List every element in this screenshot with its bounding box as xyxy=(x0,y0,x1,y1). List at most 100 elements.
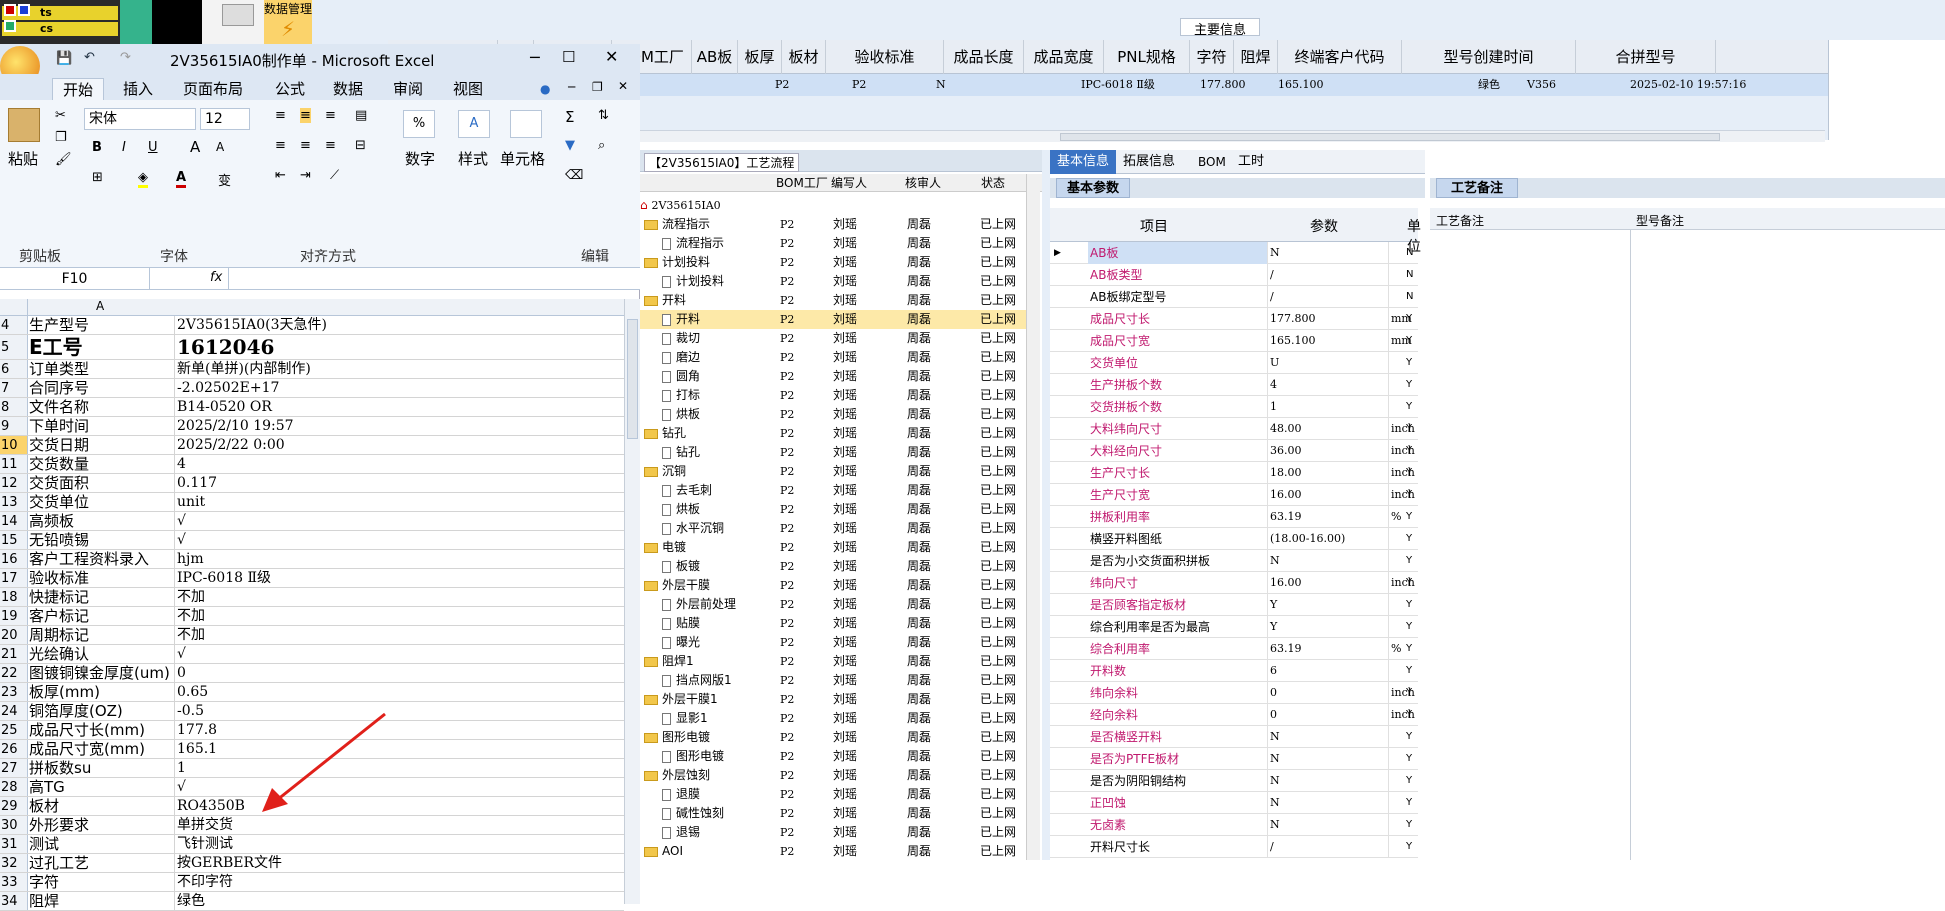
sheet-row[interactable]: 21 光绘确认 √ xyxy=(0,645,624,664)
tab-work-hours[interactable]: 工时 xyxy=(1238,150,1264,174)
tree-vscroll[interactable] xyxy=(1026,174,1040,860)
main-cell-ab[interactable]: N xyxy=(936,74,946,96)
cell-b[interactable]: 2025/2/10 19:57 xyxy=(175,417,624,435)
cell-a[interactable]: 交货日期 xyxy=(28,436,175,454)
row-number[interactable]: 31 xyxy=(0,835,28,853)
tab-bom[interactable]: BOM xyxy=(1198,150,1226,174)
undo-icon[interactable]: ↶ xyxy=(84,50,95,65)
cell-b[interactable]: 绿色 xyxy=(175,892,624,910)
tree-node[interactable]: 打标 P2 刘瑶 周磊 已上网 xyxy=(640,386,1040,405)
cell-a[interactable]: 订单类型 xyxy=(28,360,175,378)
tab-process-remarks[interactable]: 工艺备注 xyxy=(1436,178,1519,198)
main-col-header[interactable]: 型号创建时间 xyxy=(1402,40,1576,74)
param-row[interactable]: 生产尺寸宽 16.00 inch Y xyxy=(1050,484,1418,506)
row-number[interactable]: 27 xyxy=(0,759,28,777)
row-number[interactable]: 7 xyxy=(0,379,28,397)
param-row[interactable]: 成品尺寸宽 165.100 mm Y xyxy=(1050,330,1418,352)
cell-b[interactable]: 2V35615IA0(3天急件) xyxy=(175,316,624,334)
cell-a[interactable]: 板厚(mm) xyxy=(28,683,175,701)
help-icon[interactable]: ● xyxy=(540,82,550,96)
main-col-header[interactable]: 成品宽度 xyxy=(1024,40,1104,74)
tree-node[interactable]: 碱性蚀刻 P2 刘瑶 周磊 已上网 xyxy=(640,804,1040,823)
row-number[interactable]: 21 xyxy=(0,645,28,663)
row-number[interactable]: 4 xyxy=(0,316,28,334)
minimize-icon[interactable]: ─ xyxy=(530,48,540,67)
italic-icon[interactable]: I xyxy=(122,140,126,155)
sheet-row[interactable]: 32 过孔工艺 按GERBER文件 xyxy=(0,854,624,873)
cell-a[interactable]: 高TG xyxy=(28,778,175,796)
sheet-row[interactable]: 11 交货数量 4 xyxy=(0,455,624,474)
param-value[interactable]: / xyxy=(1268,264,1389,286)
cell-a[interactable]: 高频板 xyxy=(28,512,175,530)
sum-icon[interactable]: Σ xyxy=(565,108,574,126)
main-cell-customer[interactable]: V356 xyxy=(1527,74,1556,96)
tab-review[interactable]: 审阅 xyxy=(393,78,423,100)
align-top-icon[interactable]: ≡ xyxy=(275,108,286,123)
row-number[interactable]: 6 xyxy=(0,360,28,378)
tree-node[interactable]: 板镀 P2 刘瑶 周磊 已上网 xyxy=(640,557,1040,576)
param-row[interactable]: 交货拼板个数 1 Y xyxy=(1050,396,1418,418)
row-number[interactable]: 22 xyxy=(0,664,28,682)
row-number[interactable]: 12 xyxy=(0,474,28,492)
cell-a[interactable]: 成品尺寸长(mm) xyxy=(28,721,175,739)
param-row[interactable]: 大料经向尺寸 36.00 inch Y xyxy=(1050,440,1418,462)
tree-node[interactable]: 退膜 P2 刘瑶 周磊 已上网 xyxy=(640,785,1040,804)
param-value[interactable]: Y xyxy=(1268,594,1389,616)
param-value[interactable]: 6 xyxy=(1268,660,1389,682)
sheet-row[interactable]: 13 交货单位 unit xyxy=(0,493,624,512)
row-number[interactable]: 23 xyxy=(0,683,28,701)
maximize-icon[interactable]: ☐ xyxy=(562,48,575,66)
cell-b[interactable]: unit xyxy=(175,493,624,511)
cell-a[interactable]: 生产型号 xyxy=(28,316,175,334)
param-row[interactable]: ▶ AB板 N N xyxy=(1050,242,1418,264)
param-row[interactable]: AB板绑定型号 / N xyxy=(1050,286,1418,308)
param-row[interactable]: 大料纬向尺寸 48.00 inch Y xyxy=(1050,418,1418,440)
sheet-row[interactable]: 10 交货日期 2025/2/22 0:00 xyxy=(0,436,624,455)
save-icon[interactable]: 💾 xyxy=(56,51,72,66)
align-middle-icon[interactable]: ≡ xyxy=(300,108,311,123)
param-value[interactable]: 4 xyxy=(1268,374,1389,396)
cell-a[interactable]: 板材 xyxy=(28,797,175,815)
param-value[interactable]: 63.19 xyxy=(1268,638,1389,660)
main-col-header[interactable]: 验收标准 xyxy=(826,40,944,74)
param-row[interactable]: 纬向余料 0 inch Y xyxy=(1050,682,1418,704)
cell-b[interactable]: 不加 xyxy=(175,626,624,644)
sheet-row[interactable]: 31 测试 飞针测试 xyxy=(0,835,624,854)
param-value[interactable]: Y xyxy=(1268,616,1389,638)
cell-b[interactable]: √ xyxy=(175,645,624,663)
cell-a[interactable]: 图镀铜镍金厚度(um) xyxy=(28,664,175,682)
tree-node[interactable]: 计划投料 P2 刘瑶 周磊 已上网 xyxy=(640,253,1040,272)
cell-a[interactable]: 客户标记 xyxy=(28,607,175,625)
row-number[interactable]: 14 xyxy=(0,512,28,530)
indent-dec-icon[interactable]: ⇤ xyxy=(275,168,286,183)
param-value[interactable]: U xyxy=(1268,352,1389,374)
cell-b[interactable]: 2025/2/22 0:00 xyxy=(175,436,624,454)
row-number[interactable]: 18 xyxy=(0,588,28,606)
style-button[interactable]: 样式 xyxy=(458,148,488,169)
param-value[interactable]: 36.00 xyxy=(1268,440,1389,462)
cell-a[interactable]: 过孔工艺 xyxy=(28,854,175,872)
cell-b[interactable]: 新单(单拼)(内部制作) xyxy=(175,360,624,378)
cell-b[interactable]: √ xyxy=(175,531,624,549)
cell-a[interactable]: 文件名称 xyxy=(28,398,175,416)
tree-node[interactable]: 去毛刺 P2 刘瑶 周磊 已上网 xyxy=(640,481,1040,500)
main-col-header[interactable]: 成品长度 xyxy=(944,40,1024,74)
merge-icon[interactable]: ⊟ xyxy=(355,138,366,153)
cell-a[interactable]: 无铅喷锡 xyxy=(28,531,175,549)
main-col-header[interactable]: 阻焊 xyxy=(1234,40,1278,74)
row-number[interactable]: 26 xyxy=(0,740,28,758)
param-row[interactable]: 是否为PTFE板材 N Y xyxy=(1050,748,1418,770)
formula-input[interactable] xyxy=(228,268,624,290)
sheet-row[interactable]: 9 下单时间 2025/2/10 19:57 xyxy=(0,417,624,436)
param-value[interactable]: 48.00 xyxy=(1268,418,1389,440)
tree-node[interactable]: 钻孔 P2 刘瑶 周磊 已上网 xyxy=(640,424,1040,443)
align-bottom-icon[interactable]: ≡ xyxy=(325,108,336,123)
sheet-row[interactable]: 5 E工号 1612046 xyxy=(0,335,624,360)
param-row[interactable]: 拼板利用率 63.19% Y xyxy=(1050,506,1418,528)
tree-root[interactable]: ⌂ 2V35615IA0 xyxy=(640,196,1040,215)
main-cell-width[interactable]: 165.100 xyxy=(1278,74,1324,96)
cell-b[interactable]: 不加 xyxy=(175,588,624,606)
sheet-row[interactable]: 19 客户标记 不加 xyxy=(0,607,624,626)
cell-b[interactable]: 飞针测试 xyxy=(175,835,624,853)
cell-b[interactable]: 0.65 xyxy=(175,683,624,701)
